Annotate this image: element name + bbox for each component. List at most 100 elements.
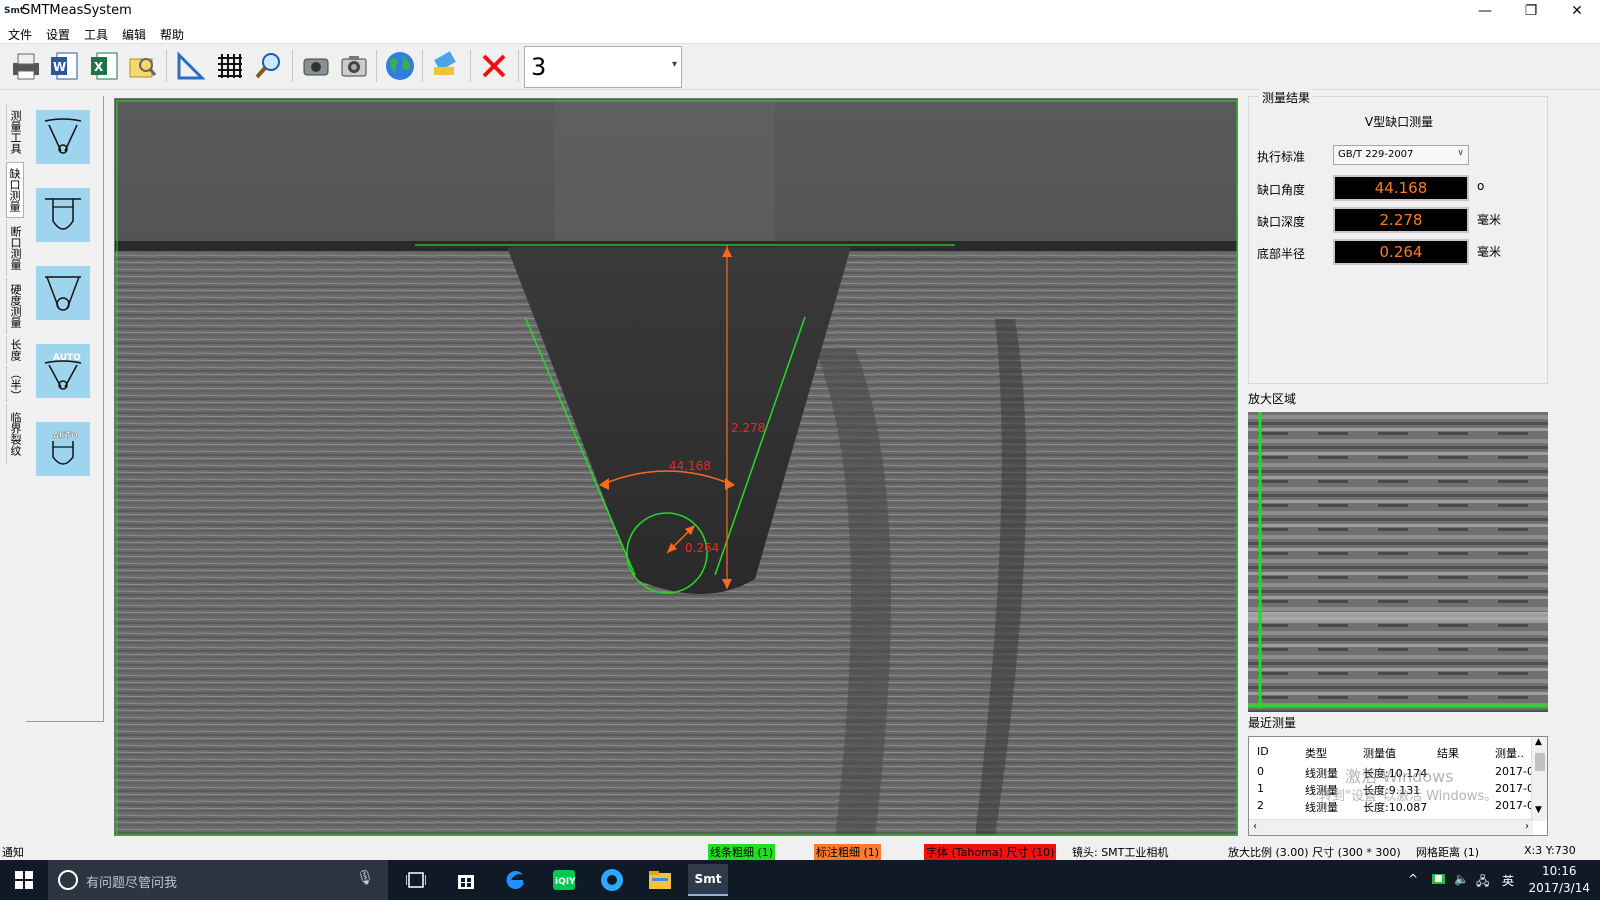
toolbar: W X [0,44,1600,90]
tray-chevron-up-icon[interactable]: ^ [1408,872,1418,886]
store-icon[interactable] [446,864,486,896]
activation-watermark-title: 激活 Windows [1345,767,1454,786]
status-grid-distance: 网格距离 (1) [1416,846,1480,859]
scroll-down-icon[interactable]: ▼ [1535,805,1542,815]
ime-indicator[interactable]: 英 [1502,872,1514,889]
taskbar-clock[interactable]: 10:16 2017/3/14 [1528,863,1590,897]
close-button[interactable]: ✕ [1554,0,1600,24]
menu-tools[interactable]: 工具 [84,26,108,43]
taskbar-search-box[interactable]: 有问题尽管问我 🎙 [48,860,388,900]
table-horizontal-scrollbar[interactable]: ‹ › [1249,819,1533,835]
results-group-title: 测量结果 [1259,89,1314,106]
column-id[interactable]: ID [1257,745,1269,758]
minimize-button[interactable]: — [1462,0,1508,24]
qq-browser-icon[interactable] [592,864,632,896]
column-time[interactable]: 测量.. [1495,745,1531,761]
magnifier-icon[interactable] [250,48,286,84]
print-icon[interactable] [8,48,44,84]
taskbar: 有问题尽管问我 🎙 iQIY Smt ^ ■ 🔈 🖧 英 10:16 2017/… [0,860,1600,900]
angle-annotation: 44.168 [669,459,711,473]
smt-app-taskbar-icon[interactable]: Smt [688,864,728,896]
standard-select-value: GB/T 229-2007 [1338,149,1414,160]
activation-watermark-text: 转到"设置"以激活 Windows。 [1319,789,1498,804]
network-icon[interactable]: 🖧 [1476,872,1489,893]
globe-icon[interactable] [382,48,418,84]
volume-icon[interactable]: 🔈 [1454,872,1469,886]
windows-start-icon[interactable] [4,864,44,896]
measurement-type-title: V型缺口测量 [1364,115,1434,129]
row-time: 2017-0 [1495,799,1531,812]
svg-text:AUTO: AUTO [53,431,78,440]
title-bar: Smt SMTMeasSystem — ❐ ✕ [0,0,1600,24]
tab-notch-measure[interactable]: 缺口测量 [6,162,24,218]
auto-v-notch-tool-icon[interactable]: AUTO [36,344,90,398]
bottom-radius-unit: 毫米 [1477,245,1502,259]
svg-text:X: X [94,60,104,74]
excel-icon[interactable]: X [86,48,122,84]
row-time: 2017-0 [1495,782,1531,795]
left-tab-strip: 测量工具 缺口测量 断口测量 硬度测量 长度 （半） 临界裂纹 [4,104,26,464]
table-header: ID 类型 测量值 结果 测量.. [1249,745,1531,761]
standard-select[interactable]: GB/T 229-2007 ∨ [1333,145,1469,165]
bottom-radius-label: 底部半径 [1257,247,1306,261]
smt-taskbar-label: Smt [694,872,722,886]
radius-annotation: 0.264 [685,541,720,555]
word-icon[interactable]: W [46,48,82,84]
ruler-icon[interactable] [172,48,208,84]
status-label-width[interactable]: 标注粗细 (1) [814,844,882,860]
row-type: 线测量 [1305,767,1338,780]
v-notch-tool-icon[interactable] [36,110,90,164]
column-type[interactable]: 类型 [1305,745,1327,761]
notch-angle-unit: o [1477,179,1485,193]
tray-app-icon[interactable]: ■ [1432,874,1445,884]
tab-measure-tools[interactable]: 测量工具 [6,104,24,160]
menu-help[interactable]: 帮助 [160,26,184,43]
grid-icon[interactable] [212,48,248,84]
camera-image-view[interactable]: 2.278 44.168 0.264 [114,98,1238,836]
table-vertical-scrollbar[interactable]: ▲ ▼ [1531,737,1547,821]
scroll-right-icon[interactable]: › [1525,821,1529,832]
count-combobox[interactable]: 3 ▾ [524,46,682,88]
open-image-icon[interactable] [124,48,160,84]
status-line-width[interactable]: 线条粗细 (1) [708,844,776,860]
task-view-icon[interactable] [396,864,436,896]
camera-icon[interactable] [298,48,334,84]
tab-half[interactable]: （半） [6,366,24,402]
notch-angle-value: 44.168 [1333,175,1469,201]
auto-u-notch-tool-icon[interactable]: AUTO [36,422,90,476]
scroll-left-icon[interactable]: ‹ [1253,821,1257,832]
tab-critical-crack[interactable]: 临界裂纹 [6,404,24,464]
u-notch-tool-icon[interactable] [36,188,90,242]
tab-hardness-measure[interactable]: 硬度测量 [6,278,24,334]
delete-icon[interactable] [476,48,512,84]
notch-tool-panel: AUTO AUTO [26,96,104,722]
tab-fracture-measure[interactable]: 断口测量 [6,220,24,276]
app-logo-icon: Smt [4,6,25,16]
status-scale: 放大比例 (3.00) 尺寸 (300 * 300) [1228,846,1401,859]
column-value[interactable]: 测量值 [1363,745,1396,761]
recent-measurements-table[interactable]: ID 类型 测量值 结果 测量.. 0 线测量 长度:10.174 2017-0… [1248,736,1548,836]
status-font[interactable]: 字体 (Tahoma) 尺寸 (10) [924,844,1057,860]
scroll-up-icon[interactable]: ▲ [1535,737,1542,747]
iqiyi-icon[interactable]: iQIY [544,864,584,896]
clear-icon[interactable] [428,48,464,84]
restore-button[interactable]: ❐ [1508,0,1554,24]
notch-depth-value: 2.278 [1333,207,1469,233]
chevron-down-icon: ▾ [671,59,677,70]
chevron-down-icon: ∨ [1457,148,1464,158]
menu-bar: 文件 设置 工具 编辑 帮助 [0,24,1600,44]
column-result[interactable]: 结果 [1437,745,1459,761]
status-notice: 通知 [2,846,24,859]
file-explorer-icon[interactable] [640,864,680,896]
v-notch-circle-tool-icon[interactable] [36,266,90,320]
notch-angle-label: 缺口角度 [1257,183,1306,197]
tab-length[interactable]: 长度 [6,336,24,364]
edge-browser-icon[interactable] [496,864,536,896]
recent-measurements-label: 最近测量 [1248,716,1297,730]
row-id: 0 [1257,765,1264,778]
snapshot-icon[interactable] [336,48,372,84]
microphone-icon[interactable]: 🎙 [356,870,374,886]
menu-file[interactable]: 文件 [8,26,32,43]
menu-edit[interactable]: 编辑 [122,26,146,43]
menu-settings[interactable]: 设置 [46,26,70,43]
